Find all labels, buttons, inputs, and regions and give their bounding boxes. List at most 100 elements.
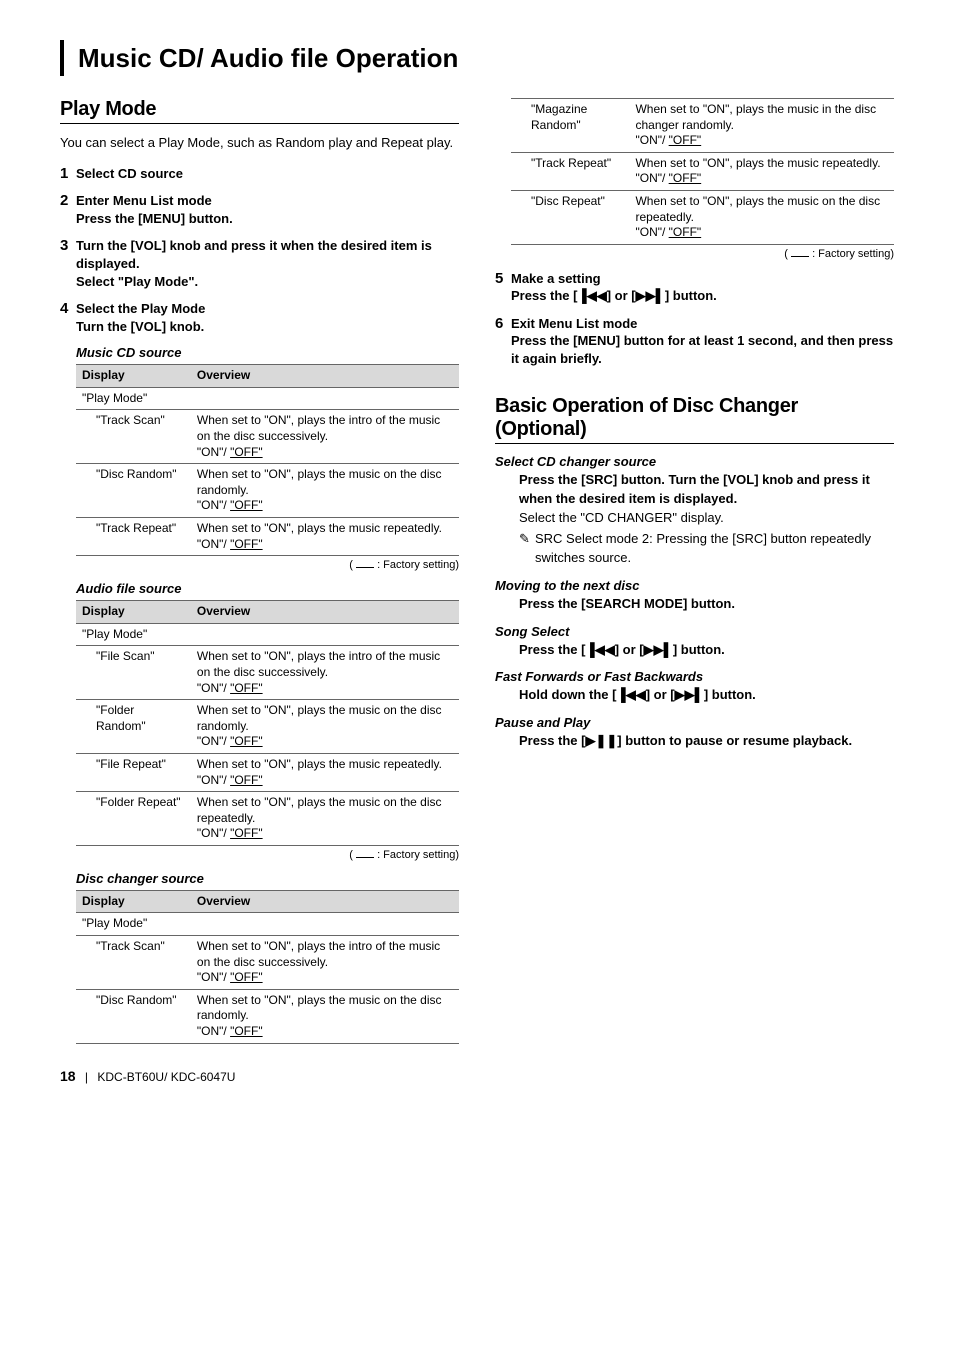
table-row: "Track Repeat" When set to "ON", plays t… xyxy=(511,152,894,190)
cell-overview: When set to "ON", plays the music on the… xyxy=(191,989,459,1043)
step-sub: Select "Play Mode". xyxy=(76,273,459,291)
table-row: "Play Mode" xyxy=(76,623,459,646)
divider xyxy=(495,443,894,444)
prev-icon: ▐◀◀ xyxy=(577,288,606,303)
song-select-label: Song Select xyxy=(495,624,894,639)
music-cd-source-label: Music CD source xyxy=(76,345,459,360)
step-number: 6 xyxy=(495,315,511,332)
pause-play-label: Pause and Play xyxy=(495,715,894,730)
step-6: 6 Exit Menu List mode Press the [MENU] b… xyxy=(495,315,894,368)
play-mode-heading: Play Mode xyxy=(60,98,459,121)
factory-note: ( : Factory setting) xyxy=(511,248,894,260)
step-sub: Press the [▐◀◀] or [▶▶▌] button. xyxy=(511,287,894,305)
fast-forward-bold: Hold down the [▐◀◀] or [▶▶▌] button. xyxy=(519,686,894,705)
table-row: "Track Repeat" When set to "ON", plays t… xyxy=(76,517,459,555)
table-row: "Folder Repeat" When set to "ON", plays … xyxy=(76,792,459,846)
cell-overview: When set to "ON", plays the intro of the… xyxy=(191,410,459,464)
select-cd-changer-label: Select CD changer source xyxy=(495,454,894,469)
step-number: 1 xyxy=(60,165,76,182)
step-sub: Press the [MENU] button for at least 1 s… xyxy=(511,332,894,367)
step: 3 Turn the [VOL] knob and press it when … xyxy=(60,237,459,290)
audio-file-source-label: Audio file source xyxy=(76,581,459,596)
audio-file-table: DisplayOverview "Play Mode" "File Scan" … xyxy=(76,600,459,846)
cell-overview: When set to "ON", plays the music on the… xyxy=(191,464,459,518)
prev-icon: ▐◀◀ xyxy=(616,687,645,702)
page-number: 18 xyxy=(60,1068,76,1084)
col-display: Display xyxy=(76,890,191,913)
step-title: Select CD source xyxy=(76,165,459,183)
cell-overview: When set to "ON", plays the music repeat… xyxy=(191,517,459,555)
table-row: "Disc Random" When set to "ON", plays th… xyxy=(76,989,459,1043)
next-icon: ▶▶▌ xyxy=(675,687,704,702)
cell-display: "Disc Repeat" xyxy=(511,190,629,244)
footer-sep: | xyxy=(85,1070,88,1084)
table-row: "Folder Random" When set to "ON", plays … xyxy=(76,700,459,754)
step: 2 Enter Menu List modePress the [MENU] b… xyxy=(60,192,459,227)
cell-display: "Track Repeat" xyxy=(76,517,191,555)
step-5: 5 Make a setting Press the [▐◀◀] or [▶▶▌… xyxy=(495,270,894,305)
disc-changer-table-cont: "Magazine Random" When set to "ON", play… xyxy=(511,98,894,245)
step-number: 5 xyxy=(495,270,511,287)
col-display: Display xyxy=(76,365,191,388)
divider xyxy=(60,123,459,124)
disc-changer-table: DisplayOverview "Play Mode" "Track Scan"… xyxy=(76,890,459,1044)
step-title: Exit Menu List mode xyxy=(511,315,894,333)
cell-overview: When set to "ON", plays the music on the… xyxy=(191,700,459,754)
src-note: ✎ SRC Select mode 2: Pressing the [SRC] … xyxy=(519,530,894,568)
cell-overview: When set to "ON", plays the music in the… xyxy=(629,99,894,153)
moving-next-disc-label: Moving to the next disc xyxy=(495,578,894,593)
factory-note: ( : Factory setting) xyxy=(76,559,459,571)
basic-operation-heading: Basic Operation of Disc Changer (Optiona… xyxy=(495,395,894,441)
cell-display: "Folder Random" xyxy=(76,700,191,754)
table-row: "Disc Repeat" When set to "ON", plays th… xyxy=(511,190,894,244)
pause-play-bold: Press the [▶❚❚] button to pause or resum… xyxy=(519,732,894,751)
moving-next-disc-bold: Press the [SEARCH MODE] button. xyxy=(519,595,894,614)
next-icon: ▶▶▌ xyxy=(644,642,673,657)
col-display: Display xyxy=(76,601,191,624)
cell-display: "File Repeat" xyxy=(76,753,191,791)
next-icon: ▶▶▌ xyxy=(636,288,665,303)
cell-display: "Disc Random" xyxy=(76,464,191,518)
right-column: "Magazine Random" When set to "ON", play… xyxy=(495,98,894,1044)
page-footer: 18 | KDC-BT60U/ KDC-6047U xyxy=(60,1068,894,1084)
step-number: 4 xyxy=(60,300,76,317)
step: 1 Select CD source xyxy=(60,165,459,183)
page-title-bar: Music CD/ Audio file Operation xyxy=(60,40,894,76)
table-row: "Track Scan" When set to "ON", plays the… xyxy=(76,410,459,464)
cell-display: "Track Scan" xyxy=(76,410,191,464)
note-icon: ✎ xyxy=(519,530,535,568)
col-overview: Overview xyxy=(191,601,459,624)
footer-models: KDC-BT60U/ KDC-6047U xyxy=(97,1070,235,1084)
table-row: "Play Mode" xyxy=(76,387,459,410)
step-title: Make a setting xyxy=(511,270,894,288)
cell-display: "Disc Random" xyxy=(76,989,191,1043)
table-row: "File Repeat" When set to "ON", plays th… xyxy=(76,753,459,791)
table-row: "File Scan" When set to "ON", plays the … xyxy=(76,646,459,700)
step-sub: Turn the [VOL] knob. xyxy=(76,318,459,336)
left-column: Play Mode You can select a Play Mode, su… xyxy=(60,98,459,1044)
step-title: Select the Play Mode xyxy=(76,300,459,318)
select-cd-changer-plain: Select the "CD CHANGER" display. xyxy=(519,509,894,528)
cell-display: "Track Repeat" xyxy=(511,152,629,190)
cell-display: "Folder Repeat" xyxy=(76,792,191,846)
song-select-bold: Press the [▐◀◀] or [▶▶▌] button. xyxy=(519,641,894,660)
cell-overview: When set to "ON", plays the music repeat… xyxy=(629,152,894,190)
col-overview: Overview xyxy=(191,365,459,388)
step-sub: Press the [MENU] button. xyxy=(76,210,459,228)
cell-display: "Track Scan" xyxy=(76,936,191,990)
cell-overview: When set to "ON", plays the intro of the… xyxy=(191,646,459,700)
step-number: 2 xyxy=(60,192,76,209)
step: 4 Select the Play ModeTurn the [VOL] kno… xyxy=(60,300,459,335)
cell-overview: When set to "ON", plays the intro of the… xyxy=(191,936,459,990)
table-row: "Track Scan" When set to "ON", plays the… xyxy=(76,936,459,990)
music-cd-table: DisplayOverview "Play Mode" "Track Scan"… xyxy=(76,364,459,556)
table-row: "Magazine Random" When set to "ON", play… xyxy=(511,99,894,153)
cell-display: "Magazine Random" xyxy=(511,99,629,153)
table-row: "Play Mode" xyxy=(76,913,459,936)
src-note-text: SRC Select mode 2: Pressing the [SRC] bu… xyxy=(535,530,894,568)
cell-overview: When set to "ON", plays the music on the… xyxy=(191,792,459,846)
step-title: Turn the [VOL] knob and press it when th… xyxy=(76,237,459,272)
title-accent-bar xyxy=(60,40,64,76)
prev-icon: ▐◀◀ xyxy=(585,642,614,657)
cell-display: "File Scan" xyxy=(76,646,191,700)
